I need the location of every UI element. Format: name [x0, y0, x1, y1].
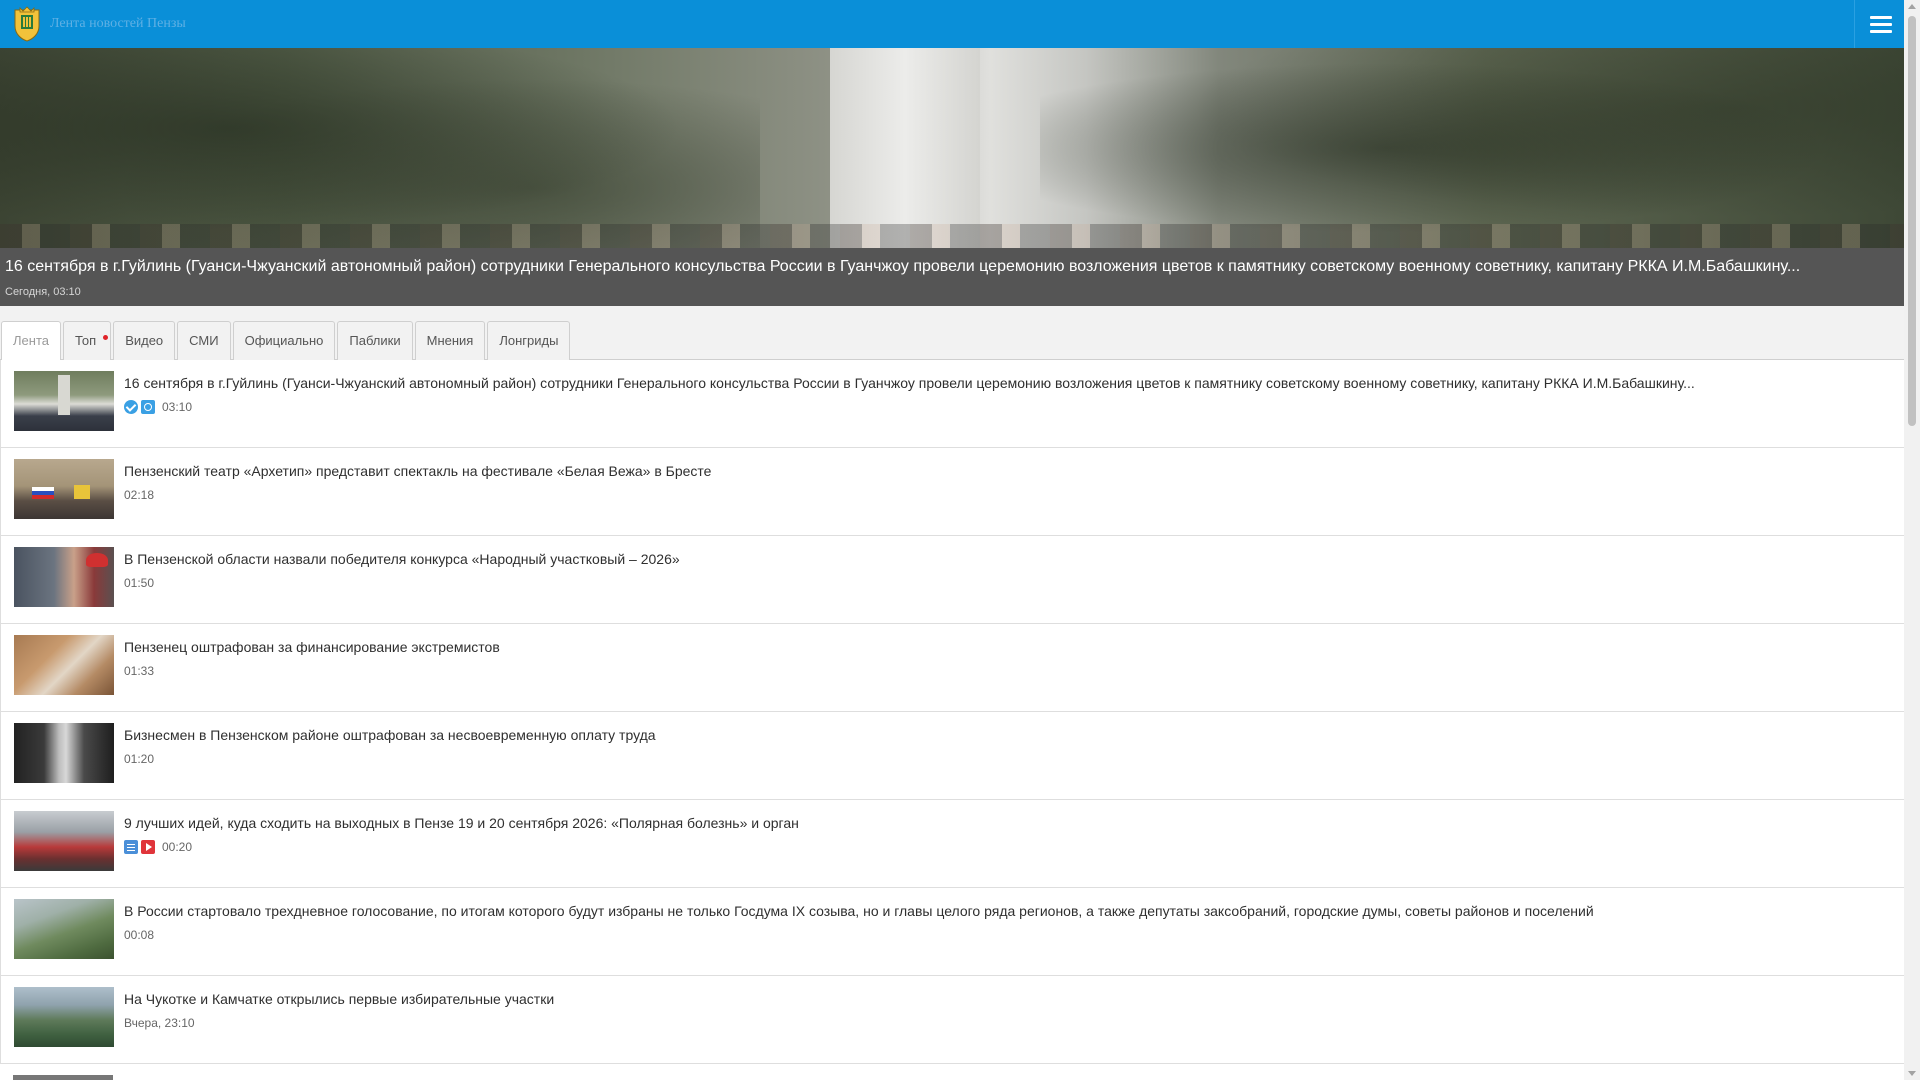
hero-time: Сегодня, 03:10 — [5, 286, 81, 298]
tab-publics[interactable]: Паблики — [337, 321, 413, 360]
news-item[interactable]: Бизнесмен в Пензенском районе оштрафован… — [0, 712, 1904, 800]
scroll-up-icon[interactable] — [1908, 4, 1916, 9]
scroll-thumb[interactable] — [1908, 16, 1916, 426]
hero-title[interactable]: 16 сентября в г.Гуйлинь (Гуанси-Чжуански… — [5, 258, 1800, 276]
hamburger-menu-icon[interactable] — [1854, 0, 1904, 48]
news-meta: Вчера, 23:10 — [124, 1016, 195, 1030]
news-item[interactable]: На Чукотке и Камчатке открылись первые и… — [0, 976, 1904, 1064]
news-thumbnail[interactable] — [14, 635, 114, 695]
news-title[interactable]: На Чукотке и Камчатке открылись первые и… — [124, 991, 554, 1007]
news-meta: 03:10 — [124, 400, 192, 414]
news-title[interactable]: 9 лучших идей, куда сходить на выходных … — [124, 815, 799, 831]
tab-opinions[interactable]: Мнения — [414, 321, 486, 360]
site-title[interactable]: Лента новостей Пензы — [50, 16, 186, 32]
news-thumbnail[interactable] — [14, 723, 114, 783]
news-thumbnail[interactable] — [13, 1075, 113, 1080]
news-time: 00:08 — [124, 928, 155, 942]
tab-smi[interactable]: СМИ — [177, 321, 231, 360]
news-thumbnail[interactable] — [14, 811, 114, 871]
page: Лента новостей Пензы 16 сентября в г.Гуй… — [0, 0, 1920, 1080]
top-bar: Лента новостей Пензы — [0, 0, 1904, 48]
scroll-down-icon[interactable] — [1908, 1071, 1916, 1076]
news-item[interactable]: В России стартовало трехдневное голосова… — [0, 888, 1904, 976]
notification-dot — [103, 335, 109, 340]
news-item[interactable]: Пензенский театр «Архетип» представит сп… — [0, 448, 1904, 536]
news-meta: 02:18 — [124, 488, 154, 502]
tab-video[interactable]: Видео — [113, 321, 176, 360]
news-thumbnail[interactable] — [14, 459, 114, 519]
news-thumbnail[interactable] — [14, 547, 114, 607]
news-item[interactable]: Пензенец оштрафован за финансирование эк… — [0, 624, 1904, 712]
news-time: 00:20 — [162, 840, 193, 854]
news-title[interactable]: В России стартовало трехдневное голосова… — [124, 903, 1594, 919]
news-title[interactable]: Бизнесмен в Пензенском районе оштрафован… — [124, 727, 656, 743]
video-icon — [141, 840, 155, 854]
verified-icon — [124, 400, 138, 414]
tab-bar: Лента Топ Видео СМИ Официально Паблики М… — [0, 306, 1904, 361]
news-meta: 00:20 — [124, 840, 192, 854]
tab-lenta[interactable]: Лента — [1, 321, 61, 361]
news-feed: 16 сентября в г.Гуйлинь (Гуанси-Чжуански… — [0, 360, 1904, 1080]
news-thumbnail[interactable] — [14, 899, 114, 959]
news-title[interactable]: В Пензенской области назвали победителя … — [124, 551, 680, 567]
news-time: 03:10 — [162, 400, 193, 414]
news-thumbnail[interactable] — [14, 987, 114, 1047]
photo-icon — [141, 400, 155, 414]
news-time: 01:20 — [124, 752, 155, 766]
news-meta: 01:20 — [124, 752, 154, 766]
monument — [830, 48, 980, 248]
news-thumbnail[interactable] — [14, 371, 114, 431]
news-item[interactable]: 16 сентября в г.Гуйлинь (Гуанси-Чжуански… — [0, 360, 1904, 448]
news-title[interactable]: 16 сентября в г.Гуйлинь (Гуанси-Чжуански… — [124, 375, 1695, 391]
tab-longreads[interactable]: Лонгриды — [487, 321, 571, 360]
news-meta: 01:50 — [124, 576, 154, 590]
tab-official[interactable]: Официально — [232, 321, 336, 360]
penza-coat-of-arms-icon[interactable] — [12, 6, 42, 42]
page-scrollbar[interactable] — [1904, 0, 1920, 1080]
news-title[interactable]: Пензенский театр «Архетип» представит сп… — [124, 463, 711, 479]
tab-label: Топ — [74, 333, 97, 348]
hero-caption[interactable]: 16 сентября в г.Гуйлинь (Гуанси-Чжуански… — [0, 248, 1904, 306]
tab-top[interactable]: Топ — [62, 321, 112, 360]
hero-image[interactable] — [0, 48, 1904, 248]
news-item[interactable]: В Пензенской области назвали победителя … — [0, 536, 1904, 624]
article-icon — [124, 840, 138, 854]
news-item[interactable]: 9 лучших идей, куда сходить на выходных … — [0, 800, 1904, 888]
news-title[interactable]: Пензенец оштрафован за финансирование эк… — [124, 639, 500, 655]
news-time: Вчера, 23:10 — [124, 1016, 195, 1030]
news-time: 02:18 — [124, 488, 155, 502]
news-meta: 01:33 — [124, 664, 154, 678]
news-time: 01:50 — [124, 576, 155, 590]
news-time: 01:33 — [124, 664, 155, 678]
news-meta: 00:08 — [124, 928, 154, 942]
